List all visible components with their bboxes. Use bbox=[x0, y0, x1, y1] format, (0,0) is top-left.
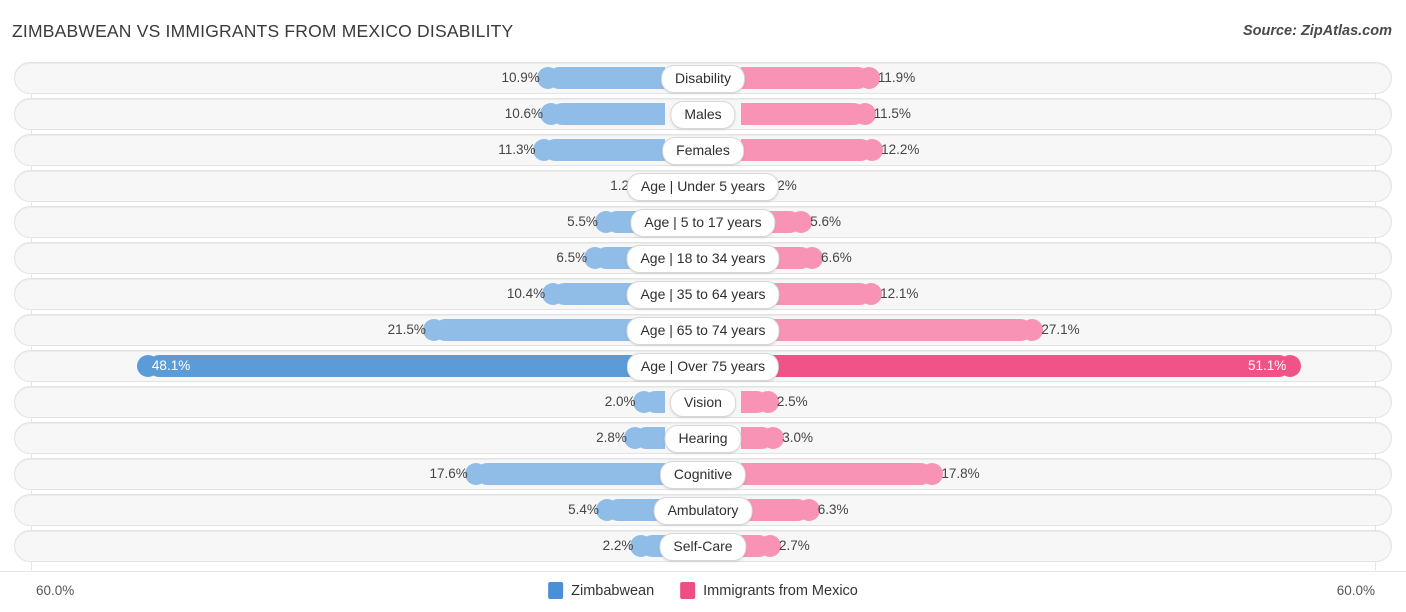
value-label-immigrants-from-mexico: 1.2% bbox=[766, 170, 866, 202]
bar-immigrants-from-mexico bbox=[741, 67, 869, 89]
row-category-label: Cognitive bbox=[660, 461, 746, 489]
value-label-immigrants-from-mexico: 17.8% bbox=[941, 458, 1041, 490]
value-label-immigrants-from-mexico: 5.6% bbox=[810, 206, 910, 238]
value-label-immigrants-from-mexico: 6.3% bbox=[818, 494, 918, 526]
chart-page: ZIMBABWEAN VS IMMIGRANTS FROM MEXICO DIS… bbox=[0, 0, 1406, 612]
bar-immigrants-from-mexico bbox=[741, 391, 768, 413]
value-label-zimbabwean: 21.5% bbox=[326, 314, 426, 346]
value-label-immigrants-from-mexico: 11.5% bbox=[874, 98, 974, 130]
chart-row: 10.6% 11.5% Males bbox=[0, 98, 1406, 130]
bar-zimbabwean bbox=[548, 67, 665, 89]
chart-row: 10.9% 11.9% Disability bbox=[0, 62, 1406, 94]
row-category-label: Age | 5 to 17 years bbox=[630, 209, 775, 237]
value-label-immigrants-from-mexico: 11.9% bbox=[878, 62, 978, 94]
row-category-label: Vision bbox=[670, 389, 736, 417]
row-category-label: Males bbox=[670, 101, 735, 129]
bar-immigrants-from-mexico bbox=[741, 103, 865, 125]
chart-row: 2.0% 2.5% Vision bbox=[0, 386, 1406, 418]
chart-rows: 10.9% 11.9% Disability 10.6% 11.5% Males 11.3%… bbox=[0, 62, 1406, 566]
chart-row: 2.8% 3.0% Hearing bbox=[0, 422, 1406, 454]
value-label-zimbabwean: 5.4% bbox=[499, 494, 599, 526]
chart-legend: Zimbabwean Immigrants from Mexico bbox=[548, 582, 858, 599]
row-category-label: Hearing bbox=[664, 425, 741, 453]
value-label-zimbabwean: 10.4% bbox=[445, 278, 545, 310]
row-category-label: Ambulatory bbox=[654, 497, 753, 525]
page-title: ZIMBABWEAN VS IMMIGRANTS FROM MEXICO DIS… bbox=[12, 21, 513, 42]
value-label-immigrants-from-mexico: 3.0% bbox=[782, 422, 882, 454]
row-category-label: Disability bbox=[661, 65, 745, 93]
row-category-label: Females bbox=[662, 137, 744, 165]
value-label-zimbabwean: 10.6% bbox=[443, 98, 543, 130]
chart-footer: 60.0% Zimbabwean Immigrants from Mexico … bbox=[0, 571, 1406, 612]
axis-label-right: 60.0% bbox=[1337, 583, 1375, 598]
chart-row: 21.5% 27.1% Age | 65 to 74 years bbox=[0, 314, 1406, 346]
chart-row: 11.3% 12.2% Females bbox=[0, 134, 1406, 166]
legend-item-zimbabwean[interactable]: Zimbabwean bbox=[548, 582, 654, 599]
chart-row: 6.5% 6.6% Age | 18 to 34 years bbox=[0, 242, 1406, 274]
value-label-zimbabwean: 2.0% bbox=[536, 386, 636, 418]
value-label-immigrants-from-mexico: 12.1% bbox=[880, 278, 980, 310]
row-category-label: Age | 18 to 34 years bbox=[626, 245, 779, 273]
chart-row: 1.2%1.2%Age | Under 5 years bbox=[0, 170, 1406, 202]
row-category-label: Age | 65 to 74 years bbox=[626, 317, 779, 345]
value-label-immigrants-from-mexico: 12.2% bbox=[881, 134, 981, 166]
bar-zimbabwean bbox=[635, 427, 665, 449]
chart-row: 48.1% 51.1% Age | Over 75 years bbox=[0, 350, 1406, 382]
chart-row: 5.5% 5.6% Age | 5 to 17 years bbox=[0, 206, 1406, 238]
row-category-label: Age | 35 to 64 years bbox=[626, 281, 779, 309]
value-label-zimbabwean: 17.6% bbox=[368, 458, 468, 490]
value-label-zimbabwean: 5.5% bbox=[498, 206, 598, 238]
value-label-immigrants-from-mexico: 2.7% bbox=[779, 530, 879, 562]
bar-zimbabwean bbox=[544, 139, 665, 161]
bar-immigrants-from-mexico bbox=[741, 319, 1032, 341]
chart-row: 17.6% 17.8% Cognitive bbox=[0, 458, 1406, 490]
legend-swatch-icon-zimbabwean bbox=[548, 582, 563, 599]
bar-zimbabwean bbox=[476, 463, 665, 485]
value-label-zimbabwean: 2.8% bbox=[527, 422, 627, 454]
value-label-zimbabwean: 48.1% bbox=[152, 350, 242, 382]
bar-immigrants-from-mexico bbox=[741, 427, 773, 449]
legend-item-immigrants-from-mexico[interactable]: Immigrants from Mexico bbox=[680, 582, 858, 599]
chart-row: 10.4% 12.1% Age | 35 to 64 years bbox=[0, 278, 1406, 310]
value-label-immigrants-from-mexico: 27.1% bbox=[1041, 314, 1141, 346]
bar-immigrants-from-mexico bbox=[741, 463, 932, 485]
value-label-immigrants-from-mexico: 51.1% bbox=[1196, 350, 1286, 382]
bar-immigrants-from-mexico bbox=[741, 139, 872, 161]
value-label-immigrants-from-mexico: 6.6% bbox=[821, 242, 921, 274]
legend-label-zimbabwean: Zimbabwean bbox=[571, 583, 654, 599]
value-label-immigrants-from-mexico: 2.5% bbox=[777, 386, 877, 418]
legend-label-immigrants-from-mexico: Immigrants from Mexico bbox=[703, 583, 858, 599]
value-label-zimbabwean: 2.2% bbox=[533, 530, 633, 562]
value-label-zimbabwean: 11.3% bbox=[436, 134, 536, 166]
value-label-zimbabwean: 10.9% bbox=[440, 62, 540, 94]
chart-row: 5.4% 6.3% Ambulatory bbox=[0, 494, 1406, 526]
axis-label-left: 60.0% bbox=[36, 583, 74, 598]
chart-row: 2.2% 2.7% Self-Care bbox=[0, 530, 1406, 562]
row-category-label: Self-Care bbox=[659, 533, 746, 561]
chart-header: ZIMBABWEAN VS IMMIGRANTS FROM MEXICO DIS… bbox=[0, 0, 1406, 58]
legend-swatch-icon-immigrants-from-mexico bbox=[680, 582, 695, 599]
source-attribution: Source: ZipAtlas.com bbox=[1243, 23, 1392, 39]
row-category-label: Age | Over 75 years bbox=[627, 353, 779, 381]
value-label-zimbabwean: 6.5% bbox=[487, 242, 587, 274]
chart-plot-area: 10.9% 11.9% Disability 10.6% 11.5% Males 11.3%… bbox=[0, 62, 1406, 572]
row-category-label: Age | Under 5 years bbox=[627, 173, 779, 201]
bar-zimbabwean bbox=[644, 391, 666, 413]
bar-zimbabwean bbox=[551, 103, 665, 125]
